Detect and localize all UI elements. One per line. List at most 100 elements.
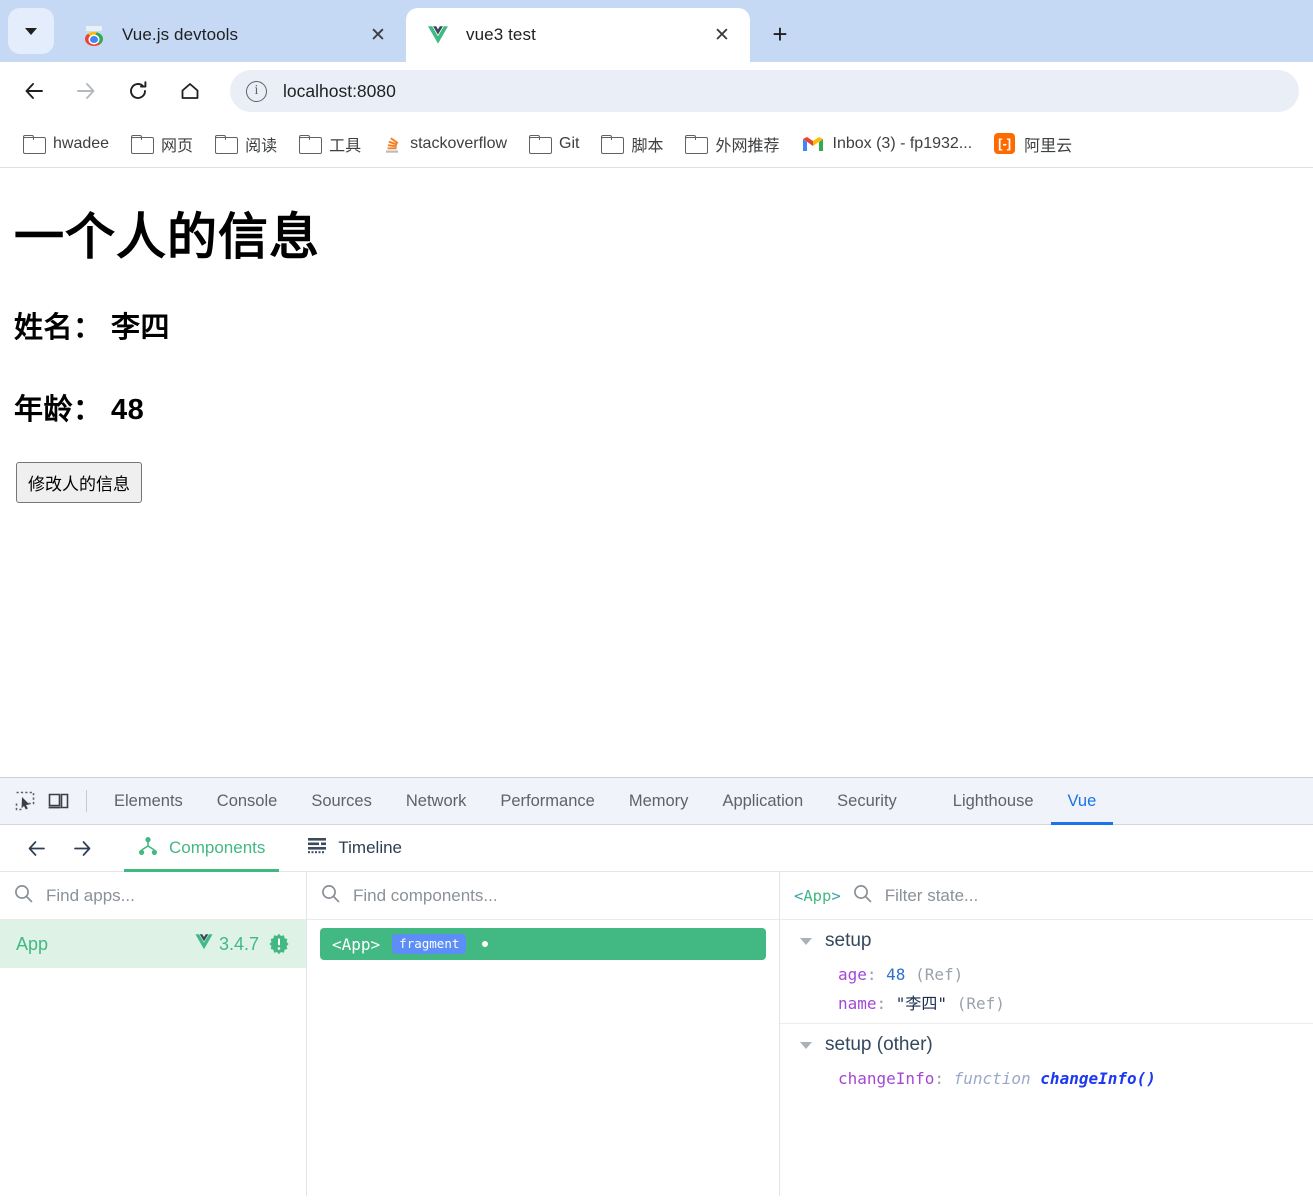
devtools-tab-console[interactable]: Console [200, 778, 295, 825]
state-entry-name[interactable]: name: "李四" (Ref) [780, 987, 1313, 1017]
breadcrumb-open-bracket: < [794, 886, 804, 905]
new-tab-button[interactable]: + [760, 14, 800, 54]
url-text: localhost:8080 [283, 80, 396, 101]
vue-logo-icon [194, 933, 214, 956]
bookmark-git[interactable]: Git [520, 127, 588, 161]
find-apps-placeholder: Find apps... [46, 885, 135, 905]
site-info-icon[interactable]: i [246, 80, 267, 102]
close-icon[interactable]: ✕ [364, 21, 392, 49]
components-panel: Find components... <App> fragment [307, 872, 780, 1196]
folder-icon [601, 135, 625, 154]
warning-badge-icon[interactable] [268, 933, 290, 955]
find-components-input[interactable]: Find components... [307, 872, 779, 920]
vue-devtools-tab-bar: Components Timeline [0, 825, 1313, 872]
bookmark-yuedu[interactable]: 阅读 [206, 127, 286, 161]
bookmark-gongju[interactable]: 工具 [290, 127, 370, 161]
breadcrumb-component-name: App [803, 886, 832, 905]
state-value-suffix: (Ref) [905, 965, 964, 984]
browser-tab-vue3-test[interactable]: vue3 test ✕ [406, 8, 750, 62]
vue-forward-button[interactable] [64, 830, 100, 866]
bookmark-label: 工具 [329, 137, 362, 155]
bookmark-jiaoben[interactable]: 脚本 [592, 127, 672, 161]
state-value-suffix: (Ref) [947, 994, 1005, 1013]
bookmark-waiwangtuijian[interactable]: 外网推荐 [676, 127, 788, 161]
bookmark-inbox[interactable]: Inbox (3) - fp1932... [793, 127, 982, 161]
bookmark-label: Inbox (3) - fp1932... [832, 134, 973, 152]
browser-tab-strip: Vue.js devtools ✕ vue3 test ✕ + [0, 0, 1313, 62]
state-entry-changeinfo[interactable]: changeInfo: function changeInfo() [780, 1066, 1313, 1091]
tab-title: Vue.js devtools [122, 25, 239, 44]
devtools-tab-vue[interactable]: Vue [1051, 778, 1114, 825]
app-name: App [16, 933, 49, 954]
bookmark-label: 阿里云 [1024, 137, 1073, 155]
bookmark-wangye[interactable]: 网页 [122, 127, 202, 161]
folder-icon [685, 135, 709, 154]
folder-icon [529, 135, 553, 154]
devtools-tab-network[interactable]: Network [389, 778, 484, 825]
forward-button[interactable] [66, 71, 106, 111]
bookmark-stackoverflow[interactable]: stackoverflow [374, 127, 516, 161]
bookmark-aliyun[interactable]: [-] 阿里云 [985, 127, 1081, 161]
modify-person-info-button[interactable]: 修改人的信息 [16, 462, 142, 503]
state-tree: setup age: 48 (Ref) name: "李四" (Ref) set… [780, 920, 1313, 1196]
browser-toolbar: i localhost:8080 [0, 62, 1313, 120]
devtools-tab-lighthouse[interactable]: Lighthouse [936, 778, 1051, 825]
tab-search-button[interactable] [8, 8, 54, 54]
component-tree: <App> fragment [307, 920, 779, 1196]
person-age-line: 年龄： 48 [14, 394, 145, 426]
filter-state-placeholder[interactable]: Filter state... [885, 886, 979, 906]
vue-tab-components[interactable]: Components [124, 825, 279, 872]
vue-tab-timeline[interactable]: Timeline [293, 825, 416, 872]
components-tree-icon [138, 836, 158, 861]
devtools-tab-performance[interactable]: Performance [483, 778, 611, 825]
inspect-element-icon[interactable] [8, 784, 42, 818]
component-name: <App> [332, 934, 381, 954]
app-list-item-app[interactable]: App 3.4.7 [0, 920, 306, 968]
state-separator: : [876, 994, 896, 1013]
bookmark-label: stackoverflow [410, 134, 508, 152]
home-button[interactable] [170, 71, 210, 111]
component-tree-item-app[interactable]: <App> fragment [320, 928, 766, 960]
state-separator: : [866, 965, 887, 984]
state-key: age [838, 965, 867, 984]
reload-button[interactable] [118, 71, 158, 111]
devtools-tab-security[interactable]: Security [820, 778, 914, 825]
chrome-icon [82, 23, 106, 47]
caret-down-icon[interactable] [800, 937, 812, 945]
state-value-keyword: function [953, 1069, 1041, 1088]
bookmarks-bar: hwadee 网页 阅读 工具 stackoverflow Git 脚本 外网推… [0, 120, 1313, 168]
state-breadcrumb: <App> [794, 887, 841, 905]
devtools-tab-sources[interactable]: Sources [294, 778, 389, 825]
browser-tab-devtools[interactable]: Vue.js devtools ✕ [62, 8, 406, 62]
chevron-down-icon [25, 27, 37, 35]
state-group-setup[interactable]: setup [780, 920, 1313, 962]
search-icon [321, 884, 340, 908]
state-panel-header: <App> Filter state... [780, 872, 1313, 920]
folder-icon [23, 135, 46, 154]
bookmark-label: Git [559, 134, 580, 152]
state-panel: <App> Filter state... setup age: 48 (Ref… [780, 872, 1313, 1196]
component-render-dot-icon [482, 941, 489, 947]
devtools-tab-application[interactable]: Application [705, 778, 820, 825]
find-components-placeholder: Find components... [353, 885, 498, 905]
state-entry-age[interactable]: age: 48 (Ref) [780, 962, 1313, 987]
device-toolbar-icon[interactable] [42, 784, 76, 818]
devtools-tab-memory[interactable]: Memory [612, 778, 706, 825]
state-key: name [838, 994, 877, 1013]
address-bar[interactable]: i localhost:8080 [230, 70, 1299, 112]
app-version: 3.4.7 [218, 933, 259, 954]
bookmark-hwadee[interactable]: hwadee [14, 127, 118, 161]
close-icon[interactable]: ✕ [708, 21, 736, 49]
devtools-tab-elements[interactable]: Elements [97, 778, 200, 825]
state-group-setup-other[interactable]: setup (other) [780, 1024, 1313, 1066]
bookmark-label: 网页 [161, 137, 194, 155]
person-name-line: 姓名： 李四 [14, 312, 171, 344]
fragment-badge: fragment [392, 934, 467, 954]
back-button[interactable] [14, 71, 54, 111]
vue-back-button[interactable] [18, 830, 54, 866]
page-viewport: 一个人的信息 姓名： 李四 年龄： 48 修改人的信息 [0, 168, 1313, 777]
folder-icon [131, 135, 155, 154]
vue-tab-label: Components [169, 838, 266, 857]
caret-down-icon[interactable] [800, 1041, 812, 1049]
find-apps-input[interactable]: Find apps... [0, 872, 306, 920]
